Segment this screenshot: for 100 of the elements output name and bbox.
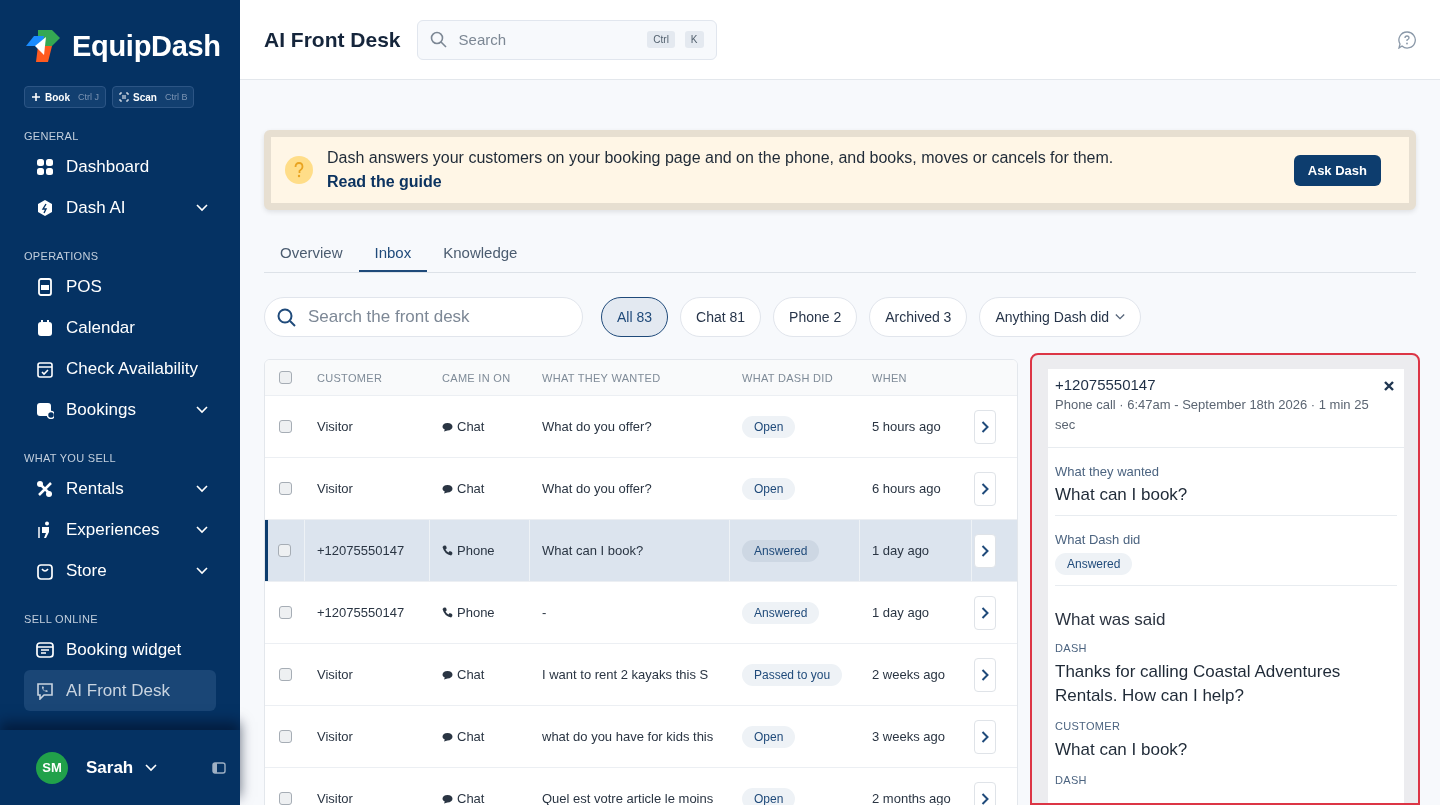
channel-label: Phone [457, 605, 495, 620]
logo-icon [24, 28, 62, 64]
nav-item[interactable]: POS [24, 266, 216, 307]
channel-label: Phone [457, 543, 495, 558]
search-box[interactable]: Search the front desk [264, 297, 583, 337]
chevron-right-icon [981, 668, 989, 681]
chevron-right-icon [981, 482, 989, 495]
open-row-button[interactable] [974, 657, 996, 692]
filter-chip[interactable]: All 83 [601, 297, 669, 337]
table-row[interactable]: Visitor Chat I want to rent 2 kayaks this S Passed to you 2 weeks ago [265, 644, 1017, 706]
nav-item[interactable]: Store [24, 550, 216, 591]
search-input[interactable]: Search the front desk [306, 306, 570, 328]
filter-chip[interactable]: Archived 3 [869, 297, 968, 337]
chat-bubble-icon [442, 483, 453, 494]
nav-item[interactable]: Bookings [24, 389, 216, 430]
widget-icon [36, 640, 54, 659]
table-row[interactable]: Visitor Chat What do you offer? Open 5 hours ago [265, 396, 1017, 458]
table-cell-text: What do you offer? [541, 481, 653, 496]
checkbox[interactable] [278, 420, 292, 433]
sidebar-toggle-icon [212, 761, 226, 774]
filter-chip[interactable]: Chat 81 [680, 297, 762, 337]
checkbox[interactable] [278, 730, 292, 743]
nav-item[interactable]: Dashboard [24, 146, 216, 187]
table-cell-text: 2 months ago [871, 791, 952, 805]
tab[interactable]: Inbox [358, 234, 428, 272]
channel-label: Chat [457, 729, 485, 744]
filter-chip[interactable]: Phone 2 [773, 297, 858, 337]
nav-item[interactable]: Dash AI [24, 187, 216, 228]
status-badge: Answered [742, 539, 820, 562]
section-heading: SELL ONLINE [24, 612, 99, 627]
scan-icon [119, 92, 129, 102]
table-cell-text: 2 weeks ago [871, 667, 946, 682]
table-row[interactable]: Visitor Chat Quel est votre article le moins Open 2 months ago [265, 768, 1017, 805]
checkbox[interactable] [278, 482, 292, 495]
message-text: What can I book? [1055, 739, 1189, 761]
table-row[interactable]: +12075550147 Phone What can I book? Answered 1 day ago [265, 520, 1017, 582]
field-label: What they wanted [1055, 464, 1161, 479]
chevron-down-icon [196, 525, 208, 534]
checkbox[interactable] [278, 544, 291, 557]
shield-bolt-icon [36, 198, 54, 217]
checkbox[interactable] [278, 668, 292, 681]
nav-item[interactable]: Check Availability [24, 348, 216, 389]
table-cell-text: what do you have for kids this [541, 729, 715, 744]
chat-bubble-icon [442, 669, 453, 680]
channel-label: Chat [457, 791, 485, 805]
table-cell-text: Visitor [316, 667, 354, 682]
guide-link[interactable]: Read the guide [327, 170, 442, 194]
search-icon [429, 31, 447, 48]
table-cell-text: What do you offer? [541, 419, 653, 434]
chevron-down-icon [196, 484, 208, 493]
open-row-button[interactable] [974, 595, 996, 630]
bag-icon [36, 561, 54, 580]
search-input[interactable]: Search [456, 30, 638, 49]
speaker-label: CUSTOMER [1055, 720, 1122, 732]
nav-item[interactable]: Rentals [24, 468, 216, 509]
search-box[interactable]: Search Ctrl K [416, 19, 717, 60]
open-row-button[interactable] [974, 781, 996, 805]
table-cell-text: 1 day ago [871, 605, 931, 620]
chevron-down-icon [145, 763, 158, 772]
close-button[interactable] [1382, 379, 1396, 393]
ask-dash-button[interactable]: Ask Dash [1293, 154, 1381, 186]
channel-label: Chat [457, 419, 485, 434]
section-title: What was said [1055, 610, 1167, 630]
table-cell-text: Visitor [316, 419, 354, 434]
tab[interactable]: Knowledge [427, 234, 534, 272]
table-row[interactable]: Visitor Chat what do you have for kids this Open 3 weeks ago [265, 706, 1017, 768]
chat-bubble-icon [442, 793, 453, 804]
quick-action-button[interactable]: Book Ctrl J [24, 86, 106, 108]
open-row-button[interactable] [974, 533, 996, 568]
table-cell: 1 day ago [860, 520, 972, 581]
nav-item[interactable]: Calendar [24, 307, 216, 348]
table-row[interactable]: +12075550147 Phone - Answered 1 day ago [265, 582, 1017, 644]
section-heading: GENERAL [24, 129, 80, 144]
help-icon [1398, 30, 1416, 49]
table-cell-text: +12075550147 [316, 605, 406, 620]
open-row-button[interactable] [974, 471, 996, 506]
checkbox[interactable] [278, 792, 292, 805]
chevron-right-icon [981, 730, 989, 743]
filter-dropdown[interactable]: Anything Dash did [979, 297, 1142, 337]
checkbox[interactable] [278, 606, 292, 619]
brand-name: EquipDash [72, 29, 221, 63]
chat-phone-icon [36, 681, 54, 700]
nav-item[interactable]: Experiences [24, 509, 216, 550]
call-details: Phone call · 6:47am - September 18th 2026 · 1 min 25 sec [1055, 396, 1370, 434]
chevron-down-icon [196, 566, 208, 575]
nav-item[interactable]: Booking widget [24, 629, 216, 670]
nav-item[interactable]: AI Front Desk [24, 670, 216, 711]
user-name[interactable]: Sarah [86, 757, 134, 778]
open-row-button[interactable] [974, 409, 996, 444]
quick-action-button[interactable]: Scan Ctrl B [112, 86, 195, 108]
open-row-button[interactable] [974, 719, 996, 754]
chevron-down-icon [1115, 313, 1126, 321]
calendar-check-icon [36, 359, 54, 378]
checkbox[interactable] [278, 371, 292, 384]
close-icon [1382, 379, 1396, 393]
status-badge: Answered [742, 601, 820, 624]
table-cell: What can I book? [530, 520, 730, 581]
tab[interactable]: Overview [264, 234, 359, 272]
banner-text: Dash answers your customers on your booking page and on the phone, and books, moves or cancels for them. [327, 148, 1115, 168]
chevron-right-icon [981, 420, 989, 433]
